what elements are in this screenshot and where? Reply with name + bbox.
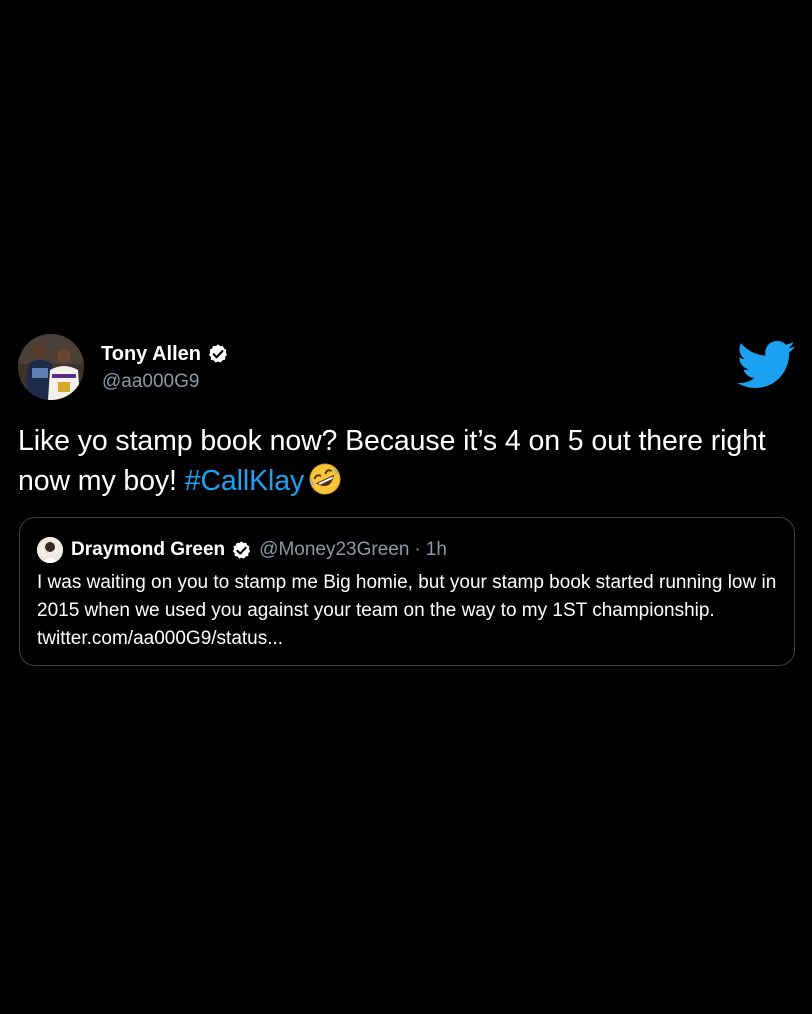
quote-author-avatar[interactable] (37, 537, 63, 563)
rolling-on-floor-laughing-emoji-icon (308, 462, 342, 496)
verified-badge-icon (231, 540, 252, 561)
author-avatar[interactable] (18, 334, 84, 400)
tweet-text: Like yo stamp book now? Because it’s 4 o… (18, 421, 798, 501)
author-name-row: Tony Allen (101, 341, 229, 367)
quote-text: I was waiting on you to stamp me Big hom… (37, 572, 777, 649)
hashtag-link[interactable]: #CallKlay (185, 465, 305, 497)
author-handle[interactable]: @aa000G9 (102, 371, 199, 393)
separator-dot: · (414, 539, 421, 560)
tweet-card: Tony Allen @aa000G9 Like yo stamp book n… (0, 0, 812, 1014)
tweet-text-body: Like yo stamp book now? Because it’s 4 o… (18, 425, 766, 497)
quote-author-name[interactable]: Draymond Green (71, 539, 225, 561)
quote-timestamp[interactable]: 1h (426, 539, 447, 561)
quote-header: Draymond Green @Money23Green · 1h (37, 537, 447, 563)
author-name[interactable]: Tony Allen (101, 343, 201, 366)
quoted-tweet-card[interactable]: Draymond Green @Money23Green · 1h I was … (19, 517, 795, 666)
twitter-bird-icon[interactable] (737, 340, 795, 390)
verified-badge-icon (207, 343, 229, 365)
quote-author-handle[interactable]: @Money23Green (259, 539, 409, 561)
